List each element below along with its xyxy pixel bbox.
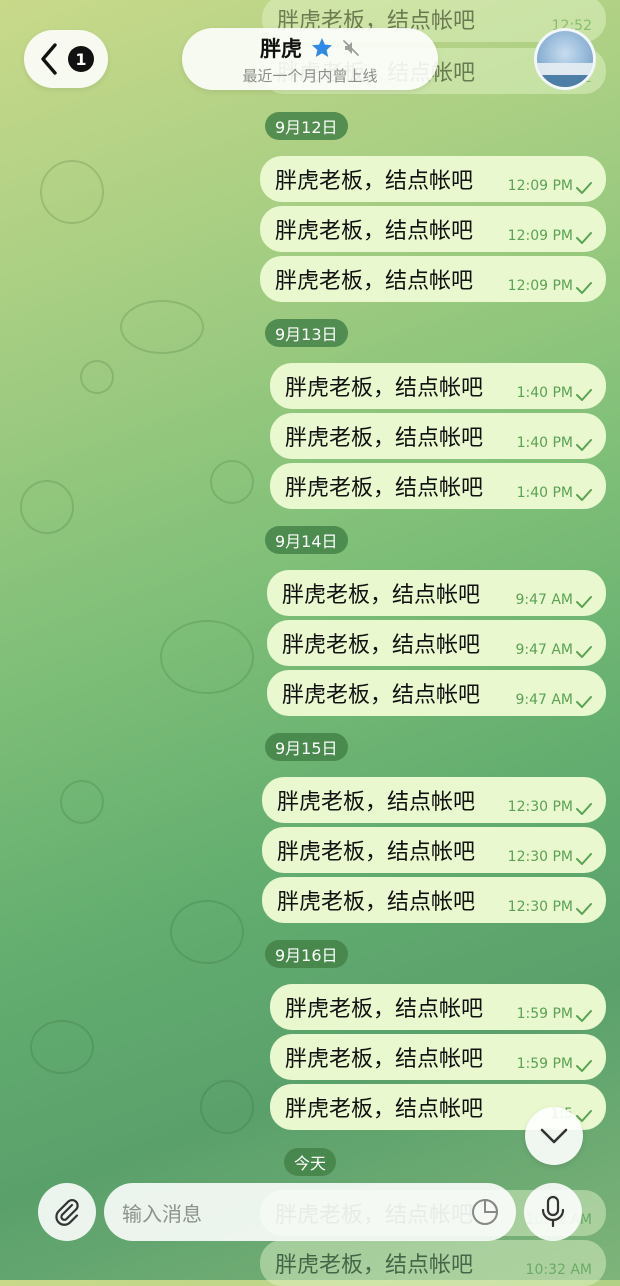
microphone-icon [541, 1195, 565, 1228]
message-text: 胖虎老板，结点帐吧 [275, 219, 474, 244]
message-time: 12:30 PM [507, 899, 573, 915]
check-icon [576, 596, 592, 608]
microphone-button[interactable] [524, 1183, 582, 1241]
message-time: 1:40 PM [516, 435, 573, 451]
message-text: 胖虎老板，结点帐吧 [282, 633, 481, 658]
attach-button[interactable] [38, 1183, 96, 1241]
check-icon [576, 182, 592, 194]
message-bubble[interactable]: 胖虎老板，结点帐吧 1:59 PM [270, 1034, 606, 1080]
message-text: 胖虎老板，结点帐吧 [282, 683, 481, 708]
message-time: 12:09 PM [507, 178, 573, 194]
message-time: 9:47 AM [515, 692, 573, 708]
message-time: 12:09 PM [507, 278, 573, 294]
message-time: 9:47 AM [515, 642, 573, 658]
message-time: 12:30 PM [507, 849, 573, 865]
muted-speaker-icon [343, 39, 359, 56]
check-icon [576, 389, 592, 401]
check-icon [576, 1060, 592, 1072]
check-icon [576, 1010, 592, 1022]
message-bubble[interactable]: 胖虎老板，结点帐吧 12:30 PM [262, 877, 606, 923]
message-bubble[interactable]: 胖虎老板，结点帐吧 12:30 PM [262, 827, 606, 873]
message-text: 胖虎老板，结点帐吧 [285, 1097, 484, 1122]
paperclip-icon [55, 1199, 79, 1226]
date-chip: 今天 [284, 1148, 337, 1176]
message-time: 1:40 PM [516, 385, 573, 401]
message-time: 9:47 AM [515, 592, 573, 608]
date-chip: 9月14日 [265, 526, 348, 554]
message-bubble[interactable]: 胖虎老板，结点帐吧 12:09 PM [260, 256, 606, 302]
check-icon [576, 439, 592, 451]
message-text: 胖虎老板，结点帐吧 [285, 376, 484, 401]
star-icon [312, 37, 332, 57]
message-bubble[interactable]: 胖虎老板，结点帐吧 9:47 AM [267, 670, 606, 716]
check-icon [576, 646, 592, 658]
message-bubble[interactable]: 胖虎老板，结点帐吧 1:59 PM [270, 984, 606, 1030]
message-bubble[interactable]: 胖虎老板，结点帐吧 10:32 AM [260, 1240, 606, 1286]
message-text: 胖虎老板，结点帐吧 [275, 169, 474, 194]
message-time: 12:09 PM [507, 228, 573, 244]
message-text: 胖虎老板，结点帐吧 [277, 840, 476, 865]
message-text: 胖虎老板，结点帐吧 [275, 1253, 474, 1278]
message-text: 胖虎老板，结点帐吧 [285, 426, 484, 451]
check-icon [576, 282, 592, 294]
message-text: 胖虎老板，结点帐吧 [282, 583, 481, 608]
message-text: 胖虎老板，结点帐吧 [285, 476, 484, 501]
message-time: 1:59 PM [516, 1056, 573, 1072]
date-chip: 9月12日 [265, 112, 348, 140]
message-text: 胖虎老板，结点帐吧 [285, 997, 484, 1022]
message-bubble[interactable]: 胖虎老板，结点帐吧 9:47 AM [267, 570, 606, 616]
message-bubble[interactable]: 胖虎老板，结点帐吧 12:30 PM [262, 777, 606, 823]
check-icon [576, 853, 592, 865]
message-text: 胖虎老板，结点帐吧 [277, 890, 476, 915]
message-bubble[interactable]: 胖虎老板，结点帐吧 1:40 PM [270, 413, 606, 459]
chevron-down-icon [540, 1128, 568, 1144]
message-text: 胖虎老板，结点帐吧 [275, 269, 474, 294]
message-text: 胖虎老板，结点帐吧 [285, 1047, 484, 1072]
scroll-to-bottom-button[interactable] [525, 1107, 583, 1165]
chevron-left-icon [41, 43, 57, 75]
check-icon [576, 903, 592, 915]
chat-title[interactable]: 胖虎 最近一个月内曾上线 [182, 28, 438, 90]
message-bubble[interactable]: 胖虎老板，结点帐吧 9:47 AM [267, 620, 606, 666]
check-icon [576, 489, 592, 501]
date-chip: 9月13日 [265, 319, 348, 347]
contact-status: 最近一个月内曾上线 [242, 66, 378, 85]
unread-badge: 1 [68, 46, 94, 72]
contact-name: 胖虎 [260, 36, 302, 61]
check-icon [576, 803, 592, 815]
message-time: 12:30 PM [507, 799, 573, 815]
message-bubble[interactable]: 胖虎老板，结点帐吧 12:09 PM [260, 206, 606, 252]
message-time: 1:59 PM [516, 1006, 573, 1022]
check-icon [576, 696, 592, 708]
sticker-icon[interactable] [470, 1197, 500, 1227]
message-text: 胖虎老板，结点帐吧 [277, 790, 476, 815]
message-input[interactable]: 输入消息 [104, 1183, 516, 1241]
message-time: 1:40 PM [516, 485, 573, 501]
message-bubble[interactable]: 胖虎老板，结点帐吧 1:40 PM [270, 463, 606, 509]
date-chip: 9月16日 [265, 940, 348, 968]
date-chip: 9月15日 [265, 733, 348, 761]
avatar[interactable] [534, 28, 596, 90]
message-time: 10:32 AM [525, 1262, 592, 1278]
message-bubble[interactable]: 胖虎老板，结点帐吧 12:09 PM [260, 156, 606, 202]
message-input-placeholder: 输入消息 [122, 1201, 202, 1226]
back-button[interactable]: 1 [24, 30, 108, 88]
check-icon [576, 232, 592, 244]
message-bubble[interactable]: 胖虎老板，结点帐吧 1:40 PM [270, 363, 606, 409]
